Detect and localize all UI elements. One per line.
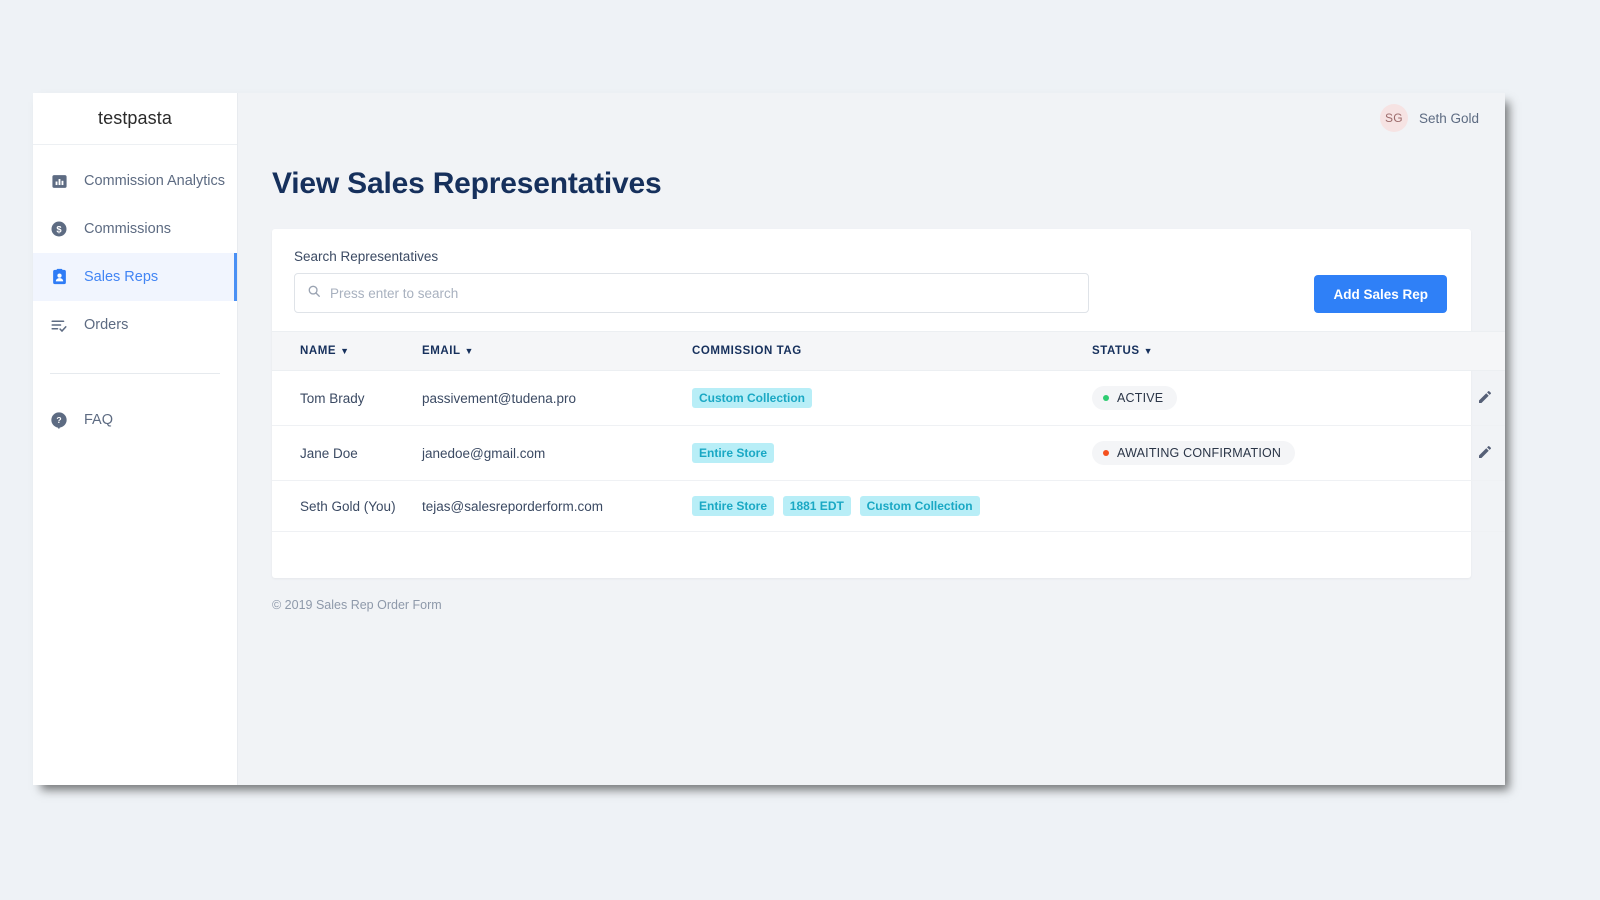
avatar[interactable]: SG bbox=[1379, 104, 1408, 132]
search-input[interactable] bbox=[330, 285, 1076, 301]
column-header-label: NAME bbox=[300, 345, 337, 357]
sales-reps-table: NAME ▼ EMAIL ▼ COMMISSION TAG STATUS ▼ T… bbox=[272, 331, 1505, 532]
cell-status: AWAITING CONFIRMATION bbox=[1092, 425, 1392, 481]
sidebar-item-commissions[interactable]: $ Commissions bbox=[33, 205, 237, 253]
page-title: View Sales Representatives bbox=[272, 167, 662, 200]
cell-commission-tags: Custom Collection bbox=[692, 370, 1092, 426]
column-header-name[interactable]: NAME ▼ bbox=[272, 331, 422, 371]
chevron-down-icon: ▼ bbox=[1143, 346, 1154, 356]
edit-pencil-icon[interactable] bbox=[1477, 444, 1493, 463]
status-badge: AWAITING CONFIRMATION bbox=[1092, 441, 1296, 465]
status-dot-icon bbox=[1103, 450, 1109, 456]
column-header-actions bbox=[1392, 331, 1505, 371]
search-field[interactable] bbox=[294, 273, 1089, 313]
column-header-label: EMAIL bbox=[422, 345, 461, 357]
dollar-circle-icon: $ bbox=[50, 220, 68, 238]
table-footer bbox=[272, 532, 1471, 578]
sidebar-item-label: FAQ bbox=[84, 412, 114, 428]
cell-name: Seth Gold (You) bbox=[272, 480, 422, 532]
copyright-text: © 2019 Sales Rep Order Form bbox=[272, 598, 442, 612]
commission-tag: Custom Collection bbox=[859, 496, 980, 516]
sidebar-item-label: Sales Reps bbox=[84, 269, 159, 285]
search-label: Search Representatives bbox=[294, 249, 439, 264]
cell-actions bbox=[1392, 370, 1505, 426]
sidebar-item-label: Orders bbox=[84, 317, 129, 333]
cell-email: janedoe@gmail.com bbox=[422, 425, 692, 481]
search-row: Search Representatives Add Sales Rep bbox=[272, 229, 1471, 331]
commission-tag: 1881 EDT bbox=[782, 496, 851, 516]
table-row: Tom Brady passivement@tudena.pro Custom … bbox=[272, 370, 1505, 426]
search-block: Search Representatives bbox=[294, 249, 1089, 313]
status-dot-icon bbox=[1103, 395, 1109, 401]
table-header: NAME ▼ EMAIL ▼ COMMISSION TAG STATUS ▼ bbox=[272, 331, 1505, 371]
table-row: Seth Gold (You) tejas@salesreporderform.… bbox=[272, 480, 1505, 532]
sidebar-item-sales-reps[interactable]: Sales Reps bbox=[33, 253, 237, 301]
status-badge: ACTIVE bbox=[1092, 386, 1178, 410]
commission-tag: Custom Collection bbox=[692, 388, 813, 408]
cell-commission-tags: Entire Store 1881 EDT Custom Collection bbox=[692, 480, 1092, 532]
user-name[interactable]: Seth Gold bbox=[1419, 111, 1479, 126]
table-body: Tom Brady passivement@tudena.pro Custom … bbox=[272, 370, 1505, 532]
column-header-commission-tag: COMMISSION TAG bbox=[692, 331, 1092, 371]
cell-status: ACTIVE bbox=[1092, 370, 1392, 426]
table-header-row: NAME ▼ EMAIL ▼ COMMISSION TAG STATUS ▼ bbox=[272, 331, 1505, 371]
svg-text:$: $ bbox=[56, 224, 62, 234]
sales-reps-card: Search Representatives Add Sales Rep bbox=[272, 229, 1505, 578]
question-circle-icon: ? bbox=[50, 411, 68, 429]
sidebar-divider bbox=[50, 373, 220, 374]
chevron-down-icon: ▼ bbox=[464, 346, 474, 356]
svg-text:?: ? bbox=[56, 415, 61, 425]
brand-name: testpasta bbox=[98, 108, 172, 128]
id-badge-icon bbox=[50, 268, 68, 286]
cell-status bbox=[1092, 480, 1392, 532]
cell-email: tejas@salesreporderform.com bbox=[422, 480, 692, 532]
column-header-label: COMMISSION TAG bbox=[692, 345, 802, 357]
status-label: ACTIVE bbox=[1117, 391, 1164, 405]
add-sales-rep-button[interactable]: Add Sales Rep bbox=[1314, 275, 1447, 313]
status-label: AWAITING CONFIRMATION bbox=[1117, 446, 1282, 460]
cell-actions bbox=[1392, 480, 1505, 532]
search-icon bbox=[307, 284, 321, 303]
sidebar-item-orders[interactable]: Orders bbox=[33, 301, 237, 349]
main-content: SG Seth Gold View Sales Representatives … bbox=[238, 93, 1505, 785]
sidebar-nav: Commission Analytics $ Commissions Sales… bbox=[33, 145, 237, 444]
edit-pencil-icon[interactable] bbox=[1477, 389, 1493, 408]
app-window: testpasta Commission Analytics $ Commiss… bbox=[33, 93, 1505, 785]
sidebar-item-label: Commission Analytics bbox=[84, 173, 226, 189]
brand-logo[interactable]: testpasta bbox=[33, 93, 237, 145]
chevron-down-icon: ▼ bbox=[340, 346, 350, 356]
cell-actions bbox=[1392, 425, 1505, 481]
list-check-icon bbox=[50, 316, 68, 334]
commission-tag: Entire Store bbox=[692, 443, 775, 463]
topbar: SG Seth Gold bbox=[238, 93, 1505, 143]
column-header-label: STATUS bbox=[1092, 345, 1140, 357]
cell-email: passivement@tudena.pro bbox=[422, 370, 692, 426]
commission-tag: Entire Store bbox=[692, 496, 775, 516]
sidebar-item-commission-analytics[interactable]: Commission Analytics bbox=[33, 157, 237, 205]
column-header-status[interactable]: STATUS ▼ bbox=[1092, 331, 1392, 371]
cell-commission-tags: Entire Store bbox=[692, 425, 1092, 481]
sidebar: testpasta Commission Analytics $ Commiss… bbox=[33, 93, 238, 785]
sidebar-item-faq[interactable]: ? FAQ bbox=[33, 396, 237, 444]
column-header-email[interactable]: EMAIL ▼ bbox=[422, 331, 692, 371]
sidebar-item-label: Commissions bbox=[84, 221, 172, 237]
table-row: Jane Doe janedoe@gmail.com Entire Store … bbox=[272, 425, 1505, 481]
bar-chart-icon bbox=[50, 172, 68, 190]
cell-name: Jane Doe bbox=[272, 425, 422, 481]
cell-name: Tom Brady bbox=[272, 370, 422, 426]
